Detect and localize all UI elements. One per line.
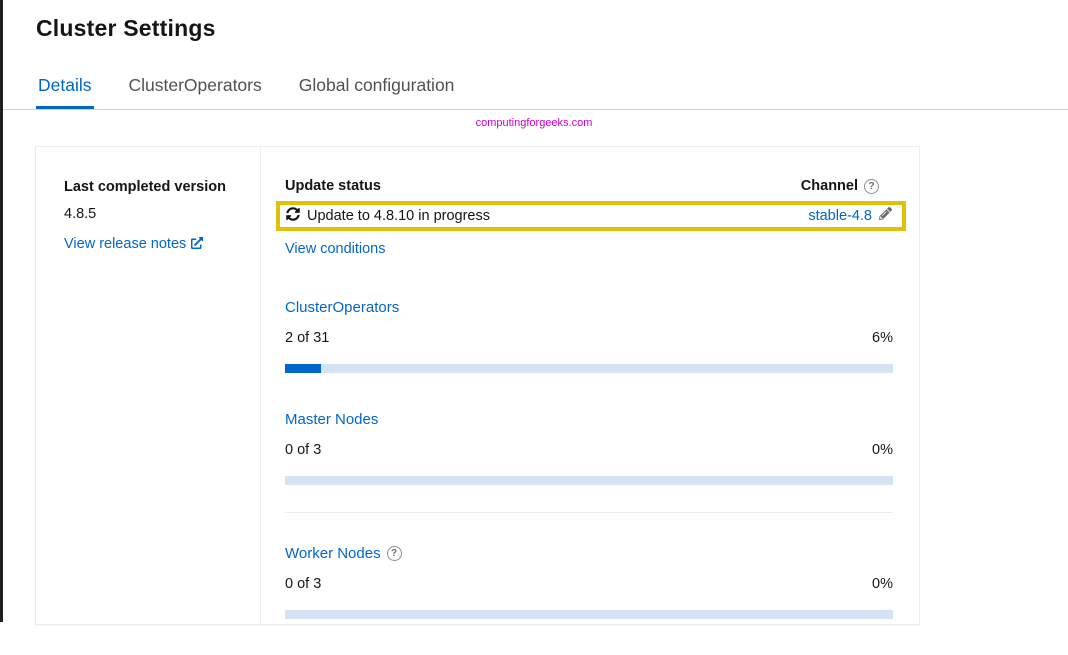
worker-nodes-link[interactable]: Worker Nodes? — [285, 545, 402, 562]
progress-bar — [285, 364, 893, 373]
version-panel: Last completed version 4.8.5 View releas… — [36, 147, 261, 624]
progress-percent: 6% — [872, 330, 893, 346]
progress-section-worker-nodes: Worker Nodes? 0 of 3 0% — [285, 545, 893, 619]
view-release-notes-link[interactable]: View release notes — [64, 236, 203, 252]
help-icon[interactable]: ? — [387, 546, 402, 561]
progress-percent: 0% — [872, 442, 893, 458]
worker-nodes-label: Worker Nodes — [285, 545, 381, 562]
progress-bar-fill — [285, 364, 321, 373]
progress-bar — [285, 610, 893, 619]
clusteroperators-link[interactable]: ClusterOperators — [285, 299, 399, 316]
last-completed-version-value: 4.8.5 — [64, 206, 246, 222]
progress-count: 0 of 3 — [285, 442, 321, 458]
sync-icon — [286, 207, 300, 225]
window-edge-bar — [0, 0, 3, 622]
channel-label: Channel — [801, 178, 858, 194]
progress-percent: 0% — [872, 576, 893, 592]
progress-count-row: 0 of 3 0% — [285, 442, 893, 458]
progress-count: 2 of 31 — [285, 330, 329, 346]
progress-count: 0 of 3 — [285, 576, 321, 592]
view-conditions-link[interactable]: View conditions — [285, 241, 386, 257]
tab-clusteroperators[interactable]: ClusterOperators — [127, 69, 264, 109]
update-status-text: Update to 4.8.10 in progress — [307, 208, 490, 224]
view-release-notes-label: View release notes — [64, 236, 186, 252]
page-title: Cluster Settings — [0, 0, 1068, 42]
channel-value-link[interactable]: stable-4.8 — [808, 208, 872, 224]
update-status-highlight-row: Update to 4.8.10 in progress stable-4.8 — [276, 201, 906, 231]
update-status-text-wrap: Update to 4.8.10 in progress — [286, 207, 490, 225]
tab-bar: Details ClusterOperators Global configur… — [0, 69, 1068, 110]
master-nodes-link[interactable]: Master Nodes — [285, 411, 378, 428]
update-status-panel: Update status Channel ? Update to 4.8.10… — [261, 147, 919, 624]
progress-section-clusteroperators: ClusterOperators 2 of 31 6% — [285, 299, 893, 373]
channel-value-wrap: stable-4.8 — [808, 207, 892, 225]
cluster-version-card: Last completed version 4.8.5 View releas… — [35, 146, 920, 625]
progress-count-row: 2 of 31 6% — [285, 330, 893, 346]
status-header-row: Update status Channel ? — [285, 178, 893, 194]
section-divider — [285, 512, 893, 513]
update-status-label: Update status — [285, 178, 381, 194]
progress-count-row: 0 of 3 0% — [285, 576, 893, 592]
tab-global-configuration[interactable]: Global configuration — [297, 69, 457, 109]
watermark: computingforgeeks.com — [0, 117, 1068, 129]
progress-sections: ClusterOperators 2 of 31 6% Master Nodes… — [285, 299, 893, 619]
tab-details[interactable]: Details — [36, 69, 94, 109]
external-link-icon — [191, 237, 203, 253]
channel-header: Channel ? — [801, 178, 879, 194]
progress-section-master-nodes: Master Nodes 0 of 3 0% — [285, 411, 893, 485]
last-completed-version-label: Last completed version — [64, 179, 246, 195]
edit-pencil-icon[interactable] — [879, 207, 892, 225]
progress-bar — [285, 476, 893, 485]
help-icon[interactable]: ? — [864, 179, 879, 194]
